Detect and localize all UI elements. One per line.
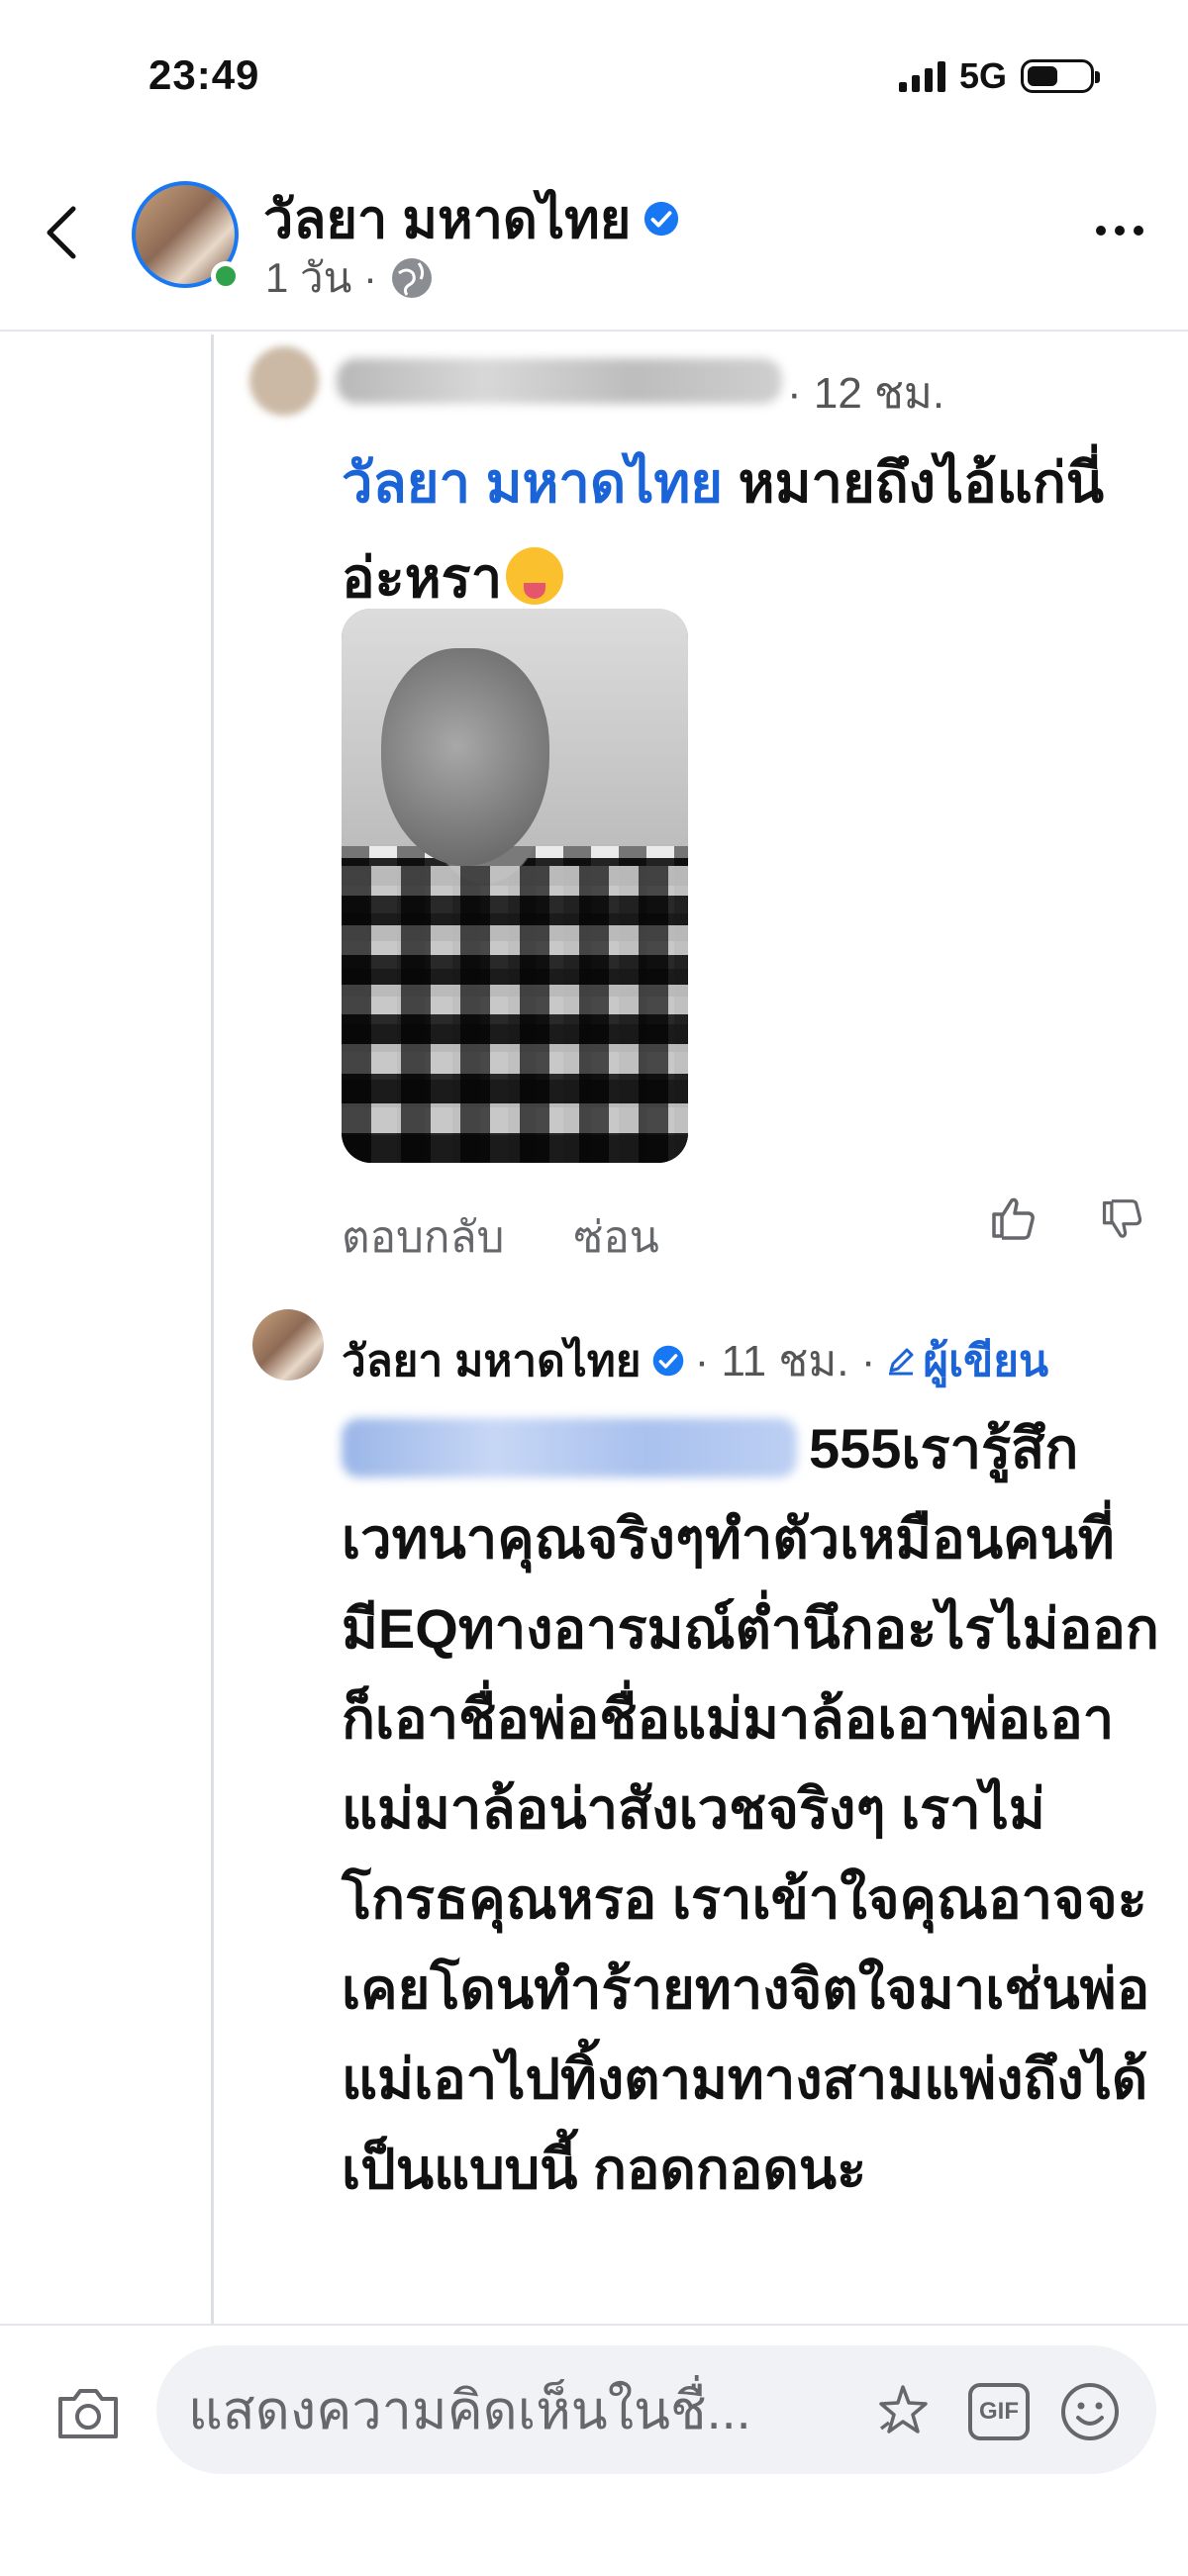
comment-time: · 11 ชม. · [694,1337,876,1385]
comment-input[interactable] [186,2375,873,2446]
comment-author[interactable]: วัลยา มหาดไทย [342,1326,642,1395]
zany-face-emoji-icon [506,547,564,605]
signal-icon [898,60,945,92]
network-label: 5G [958,55,1007,96]
thread-line [211,334,214,2324]
comment-author-blurred[interactable] [337,358,782,404]
composer-divider [0,2324,1188,2326]
post-age: 1 วัน · [265,254,377,301]
emoji-icon[interactable] [1059,2381,1121,2442]
verified-badge-icon [652,1345,683,1377]
header-divider [0,330,1188,332]
post-meta: 1 วัน · [265,245,435,311]
mention-blurred[interactable] [342,1418,797,1478]
thumbs-up-icon[interactable] [988,1193,1038,1242]
battery-icon [1021,59,1100,93]
sticker-icon[interactable] [873,2379,937,2442]
comment-composer[interactable]: GIF [156,2345,1156,2474]
hide-button[interactable]: ซ่อน [573,1202,658,1272]
reply-button[interactable]: ตอบกลับ [342,1202,504,1272]
gif-icon[interactable]: GIF [968,2383,1030,2440]
online-status-dot [211,261,241,291]
author-badge-label: ผู้เขียน [923,1337,1049,1385]
comment-header: วัลยา มหาดไทย · 11 ชม. · ผู้เขียน [342,1326,1048,1395]
comment-text: 555เรารู้สึกเวทนาคุณจริงๆทำตัวเหมือนคนที… [342,1417,1159,2200]
comment-actions: ตอบกลับ ซ่อน [342,1202,659,1272]
comment-body: วัลยา มหาดไทย หมายถึงไอ้แก่นี่อ่ะหรา [342,435,1153,625]
back-arrow-icon[interactable] [44,203,79,262]
author-badge: ผู้เขียน [885,1326,1048,1395]
more-options-icon[interactable] [1096,226,1143,236]
status-indicators: 5G [898,55,1100,97]
comment-avatar[interactable] [252,1309,324,1381]
thumbs-down-icon[interactable] [1099,1197,1144,1243]
camera-icon[interactable] [54,2385,122,2442]
comment-photo[interactable] [342,609,688,1163]
mention-link[interactable]: วัลยา มหาดไทย [342,451,723,514]
globe-icon [391,258,432,298]
status-time: 23:49 [148,51,260,98]
comment-time: · 12 ชม. [787,369,945,418]
verified-badge-icon [644,201,679,237]
comment-body: 555เรารู้สึกเวทนาคุณจริงๆทำตัวเหมือนคนที… [342,1403,1163,2214]
pencil-icon [889,1348,914,1376]
comment-avatar[interactable] [249,346,319,416]
